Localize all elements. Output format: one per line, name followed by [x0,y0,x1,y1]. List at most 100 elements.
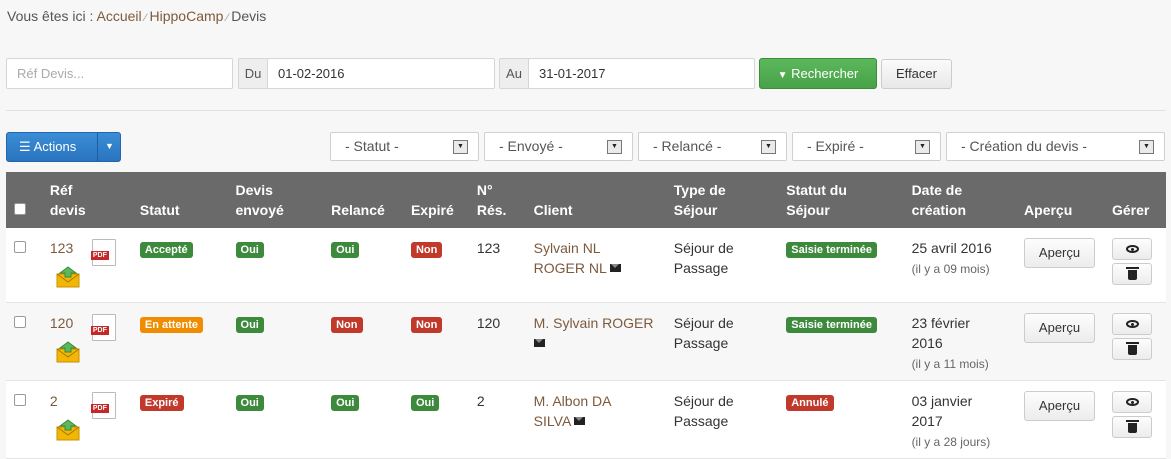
header-type-sejour[interactable]: Type de Séjour [665,172,779,228]
pdf-icon[interactable]: PDF [90,392,116,419]
nres-value: 2 [468,380,526,459]
header-relance[interactable]: Relancé [323,172,403,228]
view-button[interactable] [1111,391,1152,413]
date-creation: 25 avril 2016 (il y a 09 mois) [903,228,1017,303]
header-gerer: Gérer [1103,172,1166,228]
filter-envoye[interactable]: - Envoyé - ▼ [484,132,633,161]
filter-creation[interactable]: - Création du devis - ▼ [946,132,1165,161]
send-mail-icon[interactable] [56,341,82,363]
select-all-checkbox[interactable] [14,203,26,215]
eye-icon [1125,245,1139,253]
pdf-icon[interactable]: PDF [90,314,116,341]
view-button[interactable] [1111,238,1152,260]
search-button[interactable]: ▼ Rechercher [759,58,877,89]
filter-creation-label: - Création du devis - [961,138,1088,154]
apercu-button[interactable]: Aperçu [1024,313,1096,343]
expire-badge: Non [410,242,443,258]
date-to-label: Au [499,58,529,89]
pdf-icon[interactable]: PDF [90,239,116,266]
statut-sejour-badge: Saisie terminée [786,317,877,333]
apercu-button[interactable]: Aperçu [1024,238,1096,268]
row-checkbox[interactable] [14,241,26,253]
breadcrumb-separator: ⁄ [144,12,147,24]
envelope-icon[interactable] [574,417,586,425]
type-sejour: Séjour de Passage [665,380,779,459]
breadcrumb-item-hippocamp[interactable]: HippoCamp [150,8,224,24]
filter-relance-label: - Relancé - [653,138,722,154]
header-expire[interactable]: Expiré [402,172,469,228]
ref-devis-link[interactable]: 120 [50,313,73,333]
chevron-down-icon: ▼ [761,140,776,154]
filter-statut-label: - Statut - [345,138,399,154]
breadcrumb: Vous êtes ici : Accueil ⁄ HippoCamp ⁄ Devis [7,8,266,24]
filter-icon: ▼ [777,70,788,81]
date-from-input[interactable] [267,58,495,89]
envoye-badge: Oui [235,317,264,333]
filter-envoye-label: - Envoyé - [499,138,563,154]
breadcrumb-item-accueil[interactable]: Accueil [97,8,142,24]
header-apercu: Aperçu [1016,172,1104,228]
row-checkbox[interactable] [14,316,26,328]
header-statut-sejour[interactable]: Statut du Séjour [778,172,904,228]
row-checkbox[interactable] [14,394,26,406]
relance-badge: Oui [331,242,360,258]
table-row: 120 PDF En attente Oui Non Non 120 M. Sy… [6,302,1166,381]
search-row: Du Au ▼ Rechercher Effacer [6,58,966,89]
expire-badge: Non [410,317,443,333]
eye-icon [1125,320,1139,328]
envelope-icon[interactable] [533,339,545,347]
filter-expire[interactable]: - Expiré - ▼ [792,132,941,161]
actions-dropdown[interactable]: ☰ Actions ▼ [6,132,121,162]
chevron-down-icon[interactable]: ▼ [97,133,121,161]
date-creation: 23 février 2016 (il y a 11 mois) [903,302,1017,381]
ref-devis-input[interactable] [6,58,233,89]
chevron-down-icon: ▼ [453,140,468,154]
ref-devis-link[interactable]: 123 [50,238,73,258]
relance-badge: Oui [331,395,360,411]
filter-relance[interactable]: - Relancé - ▼ [638,132,787,161]
header-statut[interactable]: Statut [131,172,228,228]
expire-badge: Oui [410,395,440,411]
header-client[interactable]: Client [525,172,666,228]
clear-button[interactable]: Effacer [881,59,952,89]
client-link[interactable]: M. Albon DA SILVA [534,393,612,429]
filter-statut[interactable]: - Statut - ▼ [330,132,479,161]
delete-button[interactable] [1111,416,1152,438]
header-ref[interactable]: Réf devis [41,172,132,228]
actions-button[interactable]: ☰ Actions [7,133,97,161]
table-row: 123 PDF Accepté Oui Oui Non 123 Sylvain … [6,228,1166,303]
status-badge: En attente [139,317,204,333]
ref-devis-link[interactable]: 2 [50,391,58,411]
envoye-badge: Oui [235,242,264,258]
search-button-label: Rechercher [791,66,859,81]
nres-value: 120 [468,302,526,381]
nres-value: 123 [468,228,526,303]
client-link[interactable]: M. Sylvain ROGER [534,315,654,331]
trash-icon [1125,342,1139,355]
date-to-input[interactable] [528,58,755,89]
filter-expire-label: - Expiré - [807,138,864,154]
breadcrumb-separator: ⁄ [226,12,229,24]
header-nres[interactable]: N° Rés. [468,172,526,228]
list-icon: ☰ [19,139,31,154]
eye-icon [1125,398,1139,406]
date-creation: 03 janvier 2017 (il y a 28 jours) [903,380,1017,459]
apercu-button[interactable]: Aperçu [1024,391,1096,421]
send-mail-icon[interactable] [56,419,82,441]
actions-label: Actions [33,139,77,154]
statut-sejour-badge: Saisie terminée [786,242,877,258]
divider [6,110,1166,111]
delete-button[interactable] [1111,338,1152,360]
client-link[interactable]: Sylvain NL ROGER NL [534,240,607,276]
breadcrumb-item-devis: Devis [231,8,267,24]
send-mail-icon[interactable] [56,266,82,288]
header-envoye[interactable]: Devis envoyé [227,172,324,228]
view-button[interactable] [1111,313,1152,335]
header-date-creation[interactable]: Date de création [903,172,1017,228]
envelope-icon[interactable] [609,264,621,272]
delete-button[interactable] [1111,263,1152,285]
status-badge: Expiré [139,395,184,411]
header-select-all [6,172,42,228]
chevron-down-icon: ▼ [1139,140,1154,154]
devis-table: Réf devis Statut Devis envoyé Relancé Expi… [6,172,1166,459]
